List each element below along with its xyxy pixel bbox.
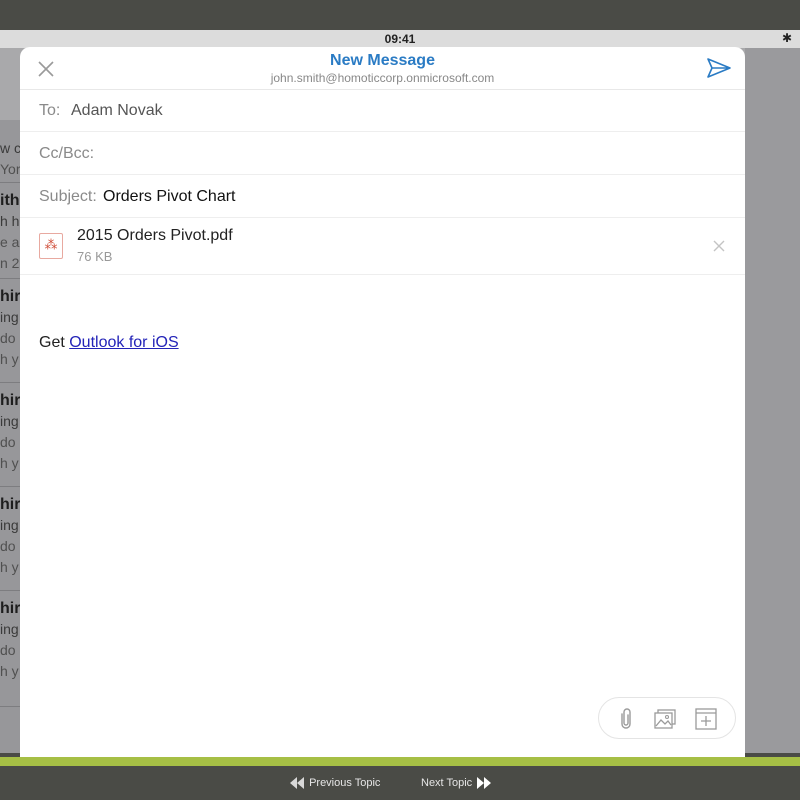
list-divider bbox=[0, 382, 22, 383]
bottom-nav-bar: Previous Topic Next Topic bbox=[0, 766, 800, 800]
message-body[interactable]: Get Outlook for iOS bbox=[39, 334, 179, 352]
rewind-icon bbox=[290, 777, 304, 790]
attachment-icon bbox=[621, 708, 631, 729]
previous-topic-button[interactable]: Previous Topic bbox=[288, 773, 380, 793]
background-message-list: w c Yor ith h h e a n 20 hir ing do h y … bbox=[0, 120, 22, 753]
compose-header: New Message john.smith@homoticcorp.onmic… bbox=[20, 47, 745, 90]
to-recipient[interactable]: Adam Novak bbox=[71, 102, 163, 120]
fast-forward-icon bbox=[477, 777, 492, 790]
attach-file-button[interactable] bbox=[613, 706, 639, 732]
next-topic-label: Next Topic bbox=[421, 777, 473, 789]
background-reading-pane bbox=[745, 48, 800, 753]
list-item[interactable]: hir ing do h y bbox=[0, 598, 22, 682]
send-button[interactable] bbox=[705, 55, 733, 81]
status-bar: 09:41 ✱ bbox=[0, 30, 800, 48]
list-divider bbox=[0, 182, 22, 183]
insert-template-button[interactable] bbox=[693, 706, 719, 732]
list-divider bbox=[0, 706, 22, 707]
list-divider bbox=[0, 590, 22, 591]
image-icon bbox=[654, 709, 676, 729]
outlook-ios-link[interactable]: Outlook for iOS bbox=[69, 334, 178, 351]
attachment-size: 76 KB bbox=[77, 249, 113, 264]
list-item[interactable]: ith h h e a n 20 bbox=[0, 190, 22, 274]
attachment-name: 2015 Orders Pivot.pdf bbox=[77, 227, 233, 244]
list-item[interactable]: hir ing do h y bbox=[0, 390, 22, 474]
previous-topic-label: Previous Topic bbox=[309, 777, 381, 789]
template-icon bbox=[695, 708, 717, 730]
sender-address[interactable]: john.smith@homoticcorp.onmicrosoft.com bbox=[20, 71, 745, 85]
pdf-icon: ⁂ bbox=[39, 233, 63, 259]
cc-bcc-label: Cc/Bcc: bbox=[39, 145, 95, 162]
cc-bcc-field[interactable]: Cc/Bcc: bbox=[20, 133, 745, 175]
list-item[interactable]: hir ing do h y bbox=[0, 286, 22, 370]
close-icon bbox=[713, 240, 725, 252]
status-time: 09:41 bbox=[384, 32, 416, 46]
to-label: To: bbox=[39, 102, 61, 119]
top-bar bbox=[0, 0, 800, 30]
list-item[interactable]: hir ing do h y bbox=[0, 494, 22, 578]
compose-sheet: New Message john.smith@homoticcorp.onmic… bbox=[20, 47, 745, 757]
to-field[interactable]: To: Adam Novak bbox=[20, 90, 745, 132]
subject-input[interactable]: Orders Pivot Chart bbox=[103, 188, 235, 206]
bluetooth-icon: ✱ bbox=[781, 31, 792, 45]
compose-title: New Message bbox=[330, 52, 435, 69]
subject-label: Subject: bbox=[39, 188, 97, 205]
compose-toolbar bbox=[598, 697, 736, 739]
signature-text: Get bbox=[39, 334, 70, 351]
accent-bar bbox=[0, 757, 800, 766]
attachment-item[interactable]: ⁂ 2015 Orders Pivot.pdf 76 KB bbox=[20, 218, 745, 275]
list-divider bbox=[0, 486, 22, 487]
remove-attachment-button[interactable] bbox=[709, 236, 729, 256]
next-topic-button[interactable]: Next Topic bbox=[421, 773, 493, 793]
list-divider bbox=[0, 278, 22, 279]
send-icon bbox=[707, 58, 731, 78]
list-item[interactable]: w c Yor bbox=[0, 138, 22, 180]
insert-image-button[interactable] bbox=[652, 706, 678, 732]
subject-field[interactable]: Subject: Orders Pivot Chart bbox=[20, 176, 745, 218]
